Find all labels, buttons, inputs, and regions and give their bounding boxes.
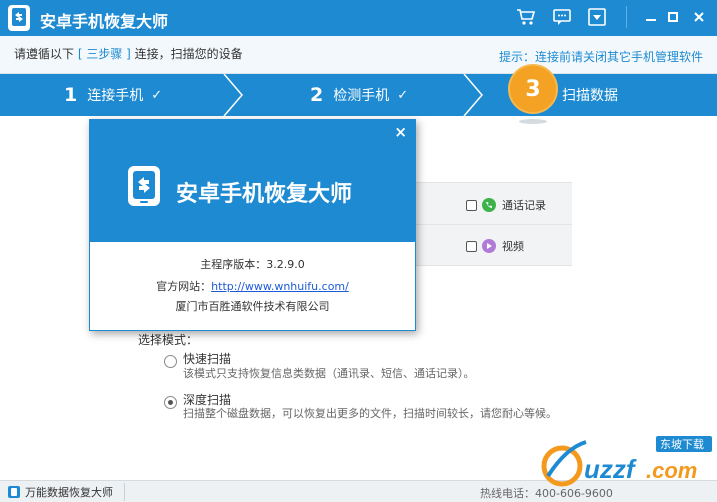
status-left-text: 万能数据恢复大师 xyxy=(25,486,113,499)
deep-scan-radio[interactable] xyxy=(164,396,177,409)
title-bar: 安卓手机恢复大师 xyxy=(0,0,717,36)
quick-scan-radio[interactable] xyxy=(164,355,177,368)
instruction-suffix: 连接，扫描您的设备 xyxy=(134,47,243,61)
step-label: 连接手机 xyxy=(87,88,144,104)
minimize-icon[interactable] xyxy=(642,8,660,26)
step-detect: 2 检测手机 ✓ xyxy=(310,74,408,116)
checkbox[interactable] xyxy=(466,199,477,211)
close-icon[interactable]: × xyxy=(394,123,407,141)
step-3-badge-shadow xyxy=(519,119,547,124)
data-type-video[interactable]: 视频 xyxy=(466,238,524,254)
app-small-icon xyxy=(8,486,20,498)
watermark: uzzf .com 东坡下载 xyxy=(540,432,715,492)
instruction-text: 请遵循以下 [ 三步骤 ] 连接，扫描您的设备 xyxy=(14,45,243,62)
video-icon xyxy=(482,239,496,253)
svg-text:.com: .com xyxy=(646,458,697,483)
step-connect: 1 连接手机 ✓ xyxy=(64,74,162,116)
chevron-right-icon xyxy=(463,74,483,116)
scan-mode-title: 选择模式： xyxy=(138,333,199,347)
svg-text:东坡下载: 东坡下载 xyxy=(660,438,704,451)
instruction-prefix: 请遵循以下 xyxy=(14,47,75,61)
check-icon: ✓ xyxy=(151,87,163,103)
quick-scan-desc: 该模式只支持恢复信息类数据（通讯录、短信、通话记录）。 xyxy=(183,367,475,380)
deep-scan-desc: 扫描整个磁盘数据，可以恢复出更多的文件，扫描时间较长，请您耐心等候。 xyxy=(183,407,557,420)
step-number: 1 xyxy=(64,84,78,106)
instruction-steps-label: [ 三步骤 ] xyxy=(77,47,131,61)
data-type-call-log[interactable]: 通话记录 xyxy=(466,197,546,213)
cart-icon[interactable] xyxy=(514,6,538,28)
app-logo-icon xyxy=(128,166,160,206)
app-logo-icon xyxy=(8,5,30,31)
step-3-badge: 3 xyxy=(508,64,558,114)
svg-text:uzzf: uzzf xyxy=(584,454,637,484)
about-dialog-header: × 安卓手机恢复大师 xyxy=(90,120,415,242)
close-icon[interactable] xyxy=(690,8,708,26)
data-type-label: 视频 xyxy=(502,240,524,253)
company-text: 厦门市百胜通软件技术有限公司 xyxy=(175,300,330,313)
instruction-bar: 请遵循以下 [ 三步骤 ] 连接，扫描您的设备 提示：连接前请关闭其它手机管理软… xyxy=(0,36,717,74)
hint-text: 提示：连接前请关闭其它手机管理软件 xyxy=(498,50,703,64)
about-dialog: × 安卓手机恢复大师 主程序版本：3.2.9.0 官方网站：http://www… xyxy=(89,119,416,331)
phone-icon xyxy=(482,198,496,212)
step-label: 扫描数据 xyxy=(562,88,618,104)
version-text: 主程序版本：3.2.9.0 xyxy=(200,258,305,271)
titlebar-divider xyxy=(626,6,627,28)
chat-icon[interactable] xyxy=(550,6,574,28)
website-label: 官方网站： xyxy=(156,280,212,293)
chevron-right-icon xyxy=(223,74,243,116)
steps-bar: 1 连接手机 ✓ 2 检测手机 ✓ 扫描数据 xyxy=(0,74,717,116)
checkbox[interactable] xyxy=(466,240,477,252)
maximize-icon[interactable] xyxy=(664,8,682,26)
website-line: 官方网站：http://www.wnhuifu.com/ xyxy=(90,278,415,294)
check-icon: ✓ xyxy=(397,87,409,103)
divider xyxy=(414,224,572,225)
divider xyxy=(124,483,125,501)
step-number: 2 xyxy=(310,84,324,106)
dropdown-icon[interactable] xyxy=(585,6,609,28)
status-left[interactable]: 万能数据恢复大师 xyxy=(8,484,113,500)
about-dialog-title: 安卓手机恢复大师 xyxy=(176,182,353,207)
app-title: 安卓手机恢复大师 xyxy=(40,12,169,31)
step-label: 检测手机 xyxy=(333,88,390,104)
website-link[interactable]: http://www.wnhuifu.com/ xyxy=(211,280,349,293)
data-type-label: 通话记录 xyxy=(502,199,546,212)
step-scan: 扫描数据 xyxy=(562,74,618,116)
